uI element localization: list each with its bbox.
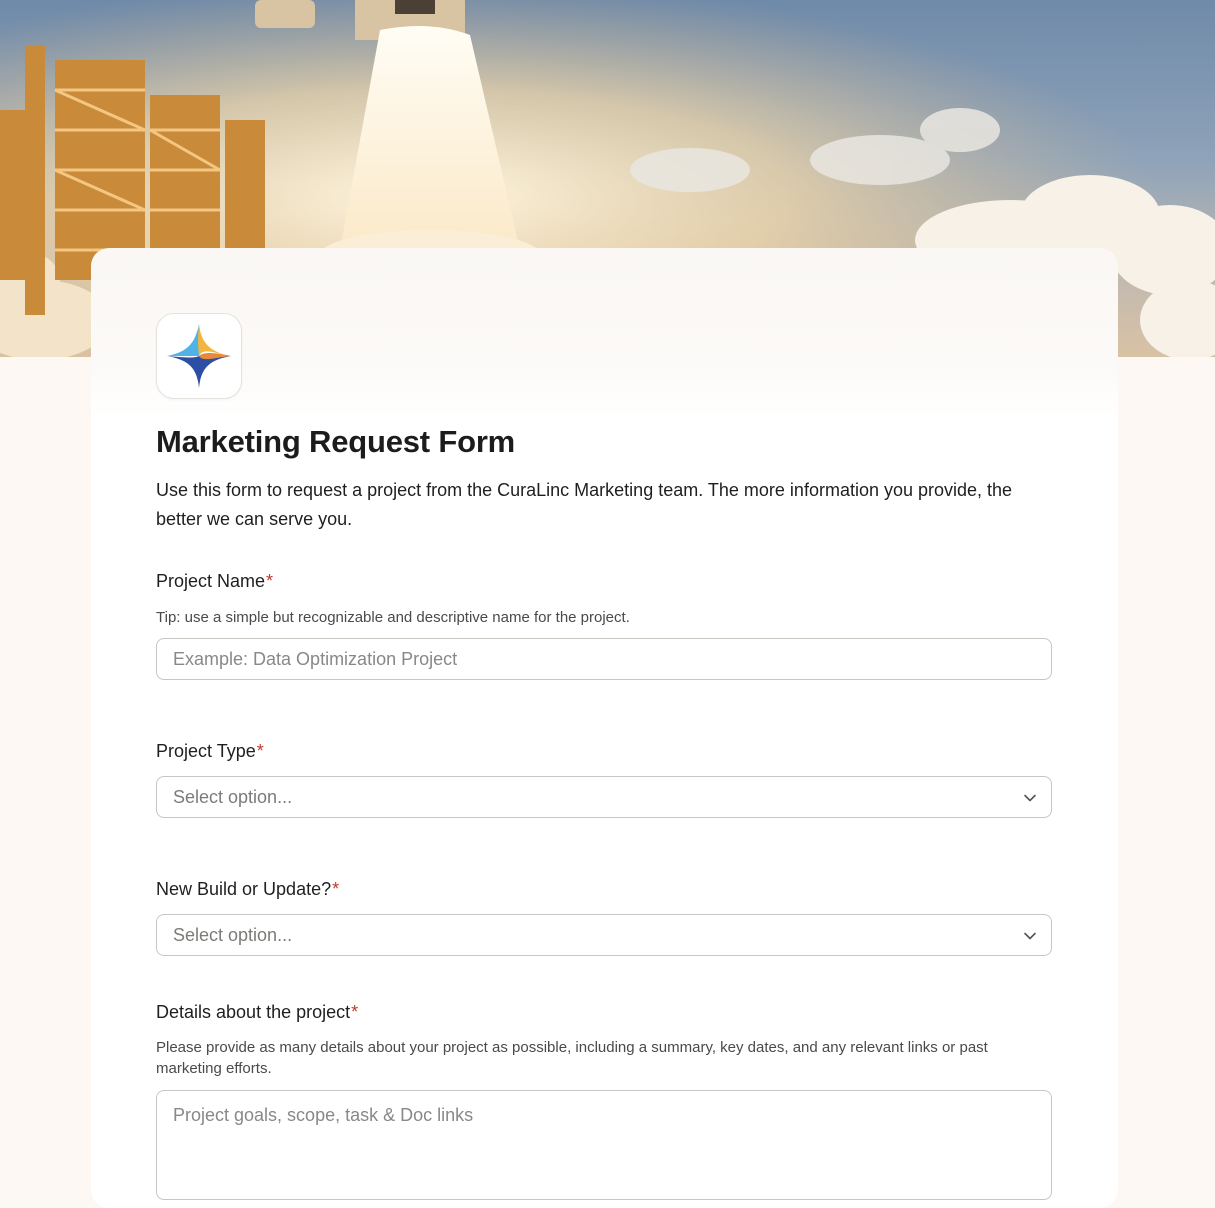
required-marker: * bbox=[351, 1002, 359, 1022]
project-name-input[interactable] bbox=[157, 639, 1051, 679]
chevron-down-icon bbox=[1024, 932, 1036, 940]
details-field bbox=[156, 1090, 1052, 1200]
project-type-label: Project Type* bbox=[156, 741, 264, 762]
form-card: Marketing Request Form Use this form to … bbox=[91, 248, 1118, 1208]
project-type-selected-value: Select option... bbox=[173, 787, 293, 807]
project-name-label-text: Project Name bbox=[156, 571, 266, 591]
details-label-text: Details about the project bbox=[156, 1002, 351, 1022]
required-marker: * bbox=[266, 571, 274, 591]
logo-container bbox=[156, 313, 242, 399]
project-name-label: Project Name* bbox=[156, 571, 273, 592]
new-build-selected-value: Select option... bbox=[173, 925, 293, 945]
required-marker: * bbox=[256, 741, 264, 761]
details-textarea[interactable] bbox=[157, 1091, 1051, 1199]
new-build-label: New Build or Update?* bbox=[156, 879, 339, 900]
details-hint: Please provide as many details about you… bbox=[156, 1039, 988, 1077]
new-build-select[interactable]: Select option... bbox=[156, 914, 1052, 956]
project-type-select[interactable]: Select option... bbox=[156, 776, 1052, 818]
curalinc-logo-icon bbox=[167, 324, 231, 388]
form-description: Use this form to request a project from … bbox=[156, 480, 1013, 529]
project-name-hint: Tip: use a simple but recognizable and d… bbox=[156, 609, 630, 626]
chevron-down-icon bbox=[1024, 794, 1036, 802]
project-type-label-text: Project Type bbox=[156, 741, 256, 761]
form-title: Marketing Request Form bbox=[156, 424, 516, 459]
details-label: Details about the project* bbox=[156, 1002, 358, 1023]
required-marker: * bbox=[332, 879, 340, 899]
project-name-field bbox=[156, 638, 1052, 680]
new-build-label-text: New Build or Update? bbox=[156, 879, 332, 899]
